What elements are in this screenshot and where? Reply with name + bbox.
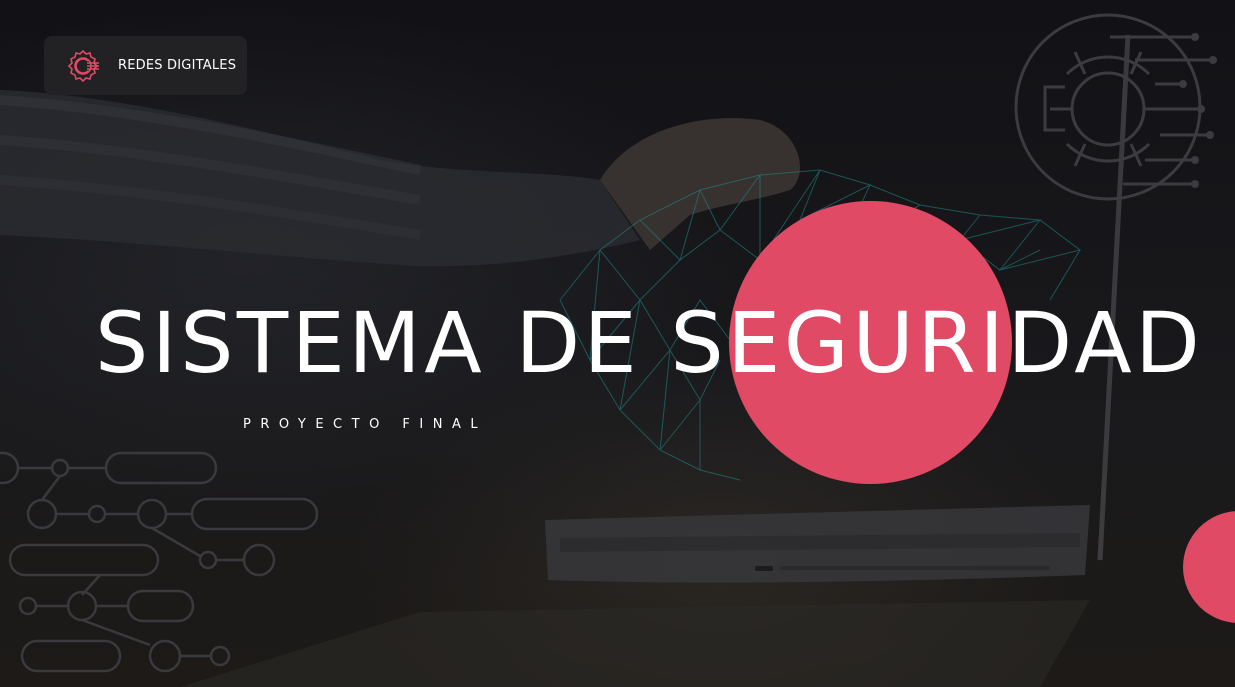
brand-badge: REDES DIGITALES [44,36,247,95]
brand-name: REDES DIGITALES [118,58,237,73]
slide-title: SISTEMA DE SEGURIDAD [95,294,1204,392]
gear-chip-icon [67,49,99,82]
slide: REDES DIGITALES SISTEMA DE SEGURIDAD PRO… [0,0,1235,687]
circuit-lines [0,451,319,673]
gear-circuit-icon [1014,13,1217,201]
slide-subtitle: PROYECTO FINAL [243,417,488,432]
